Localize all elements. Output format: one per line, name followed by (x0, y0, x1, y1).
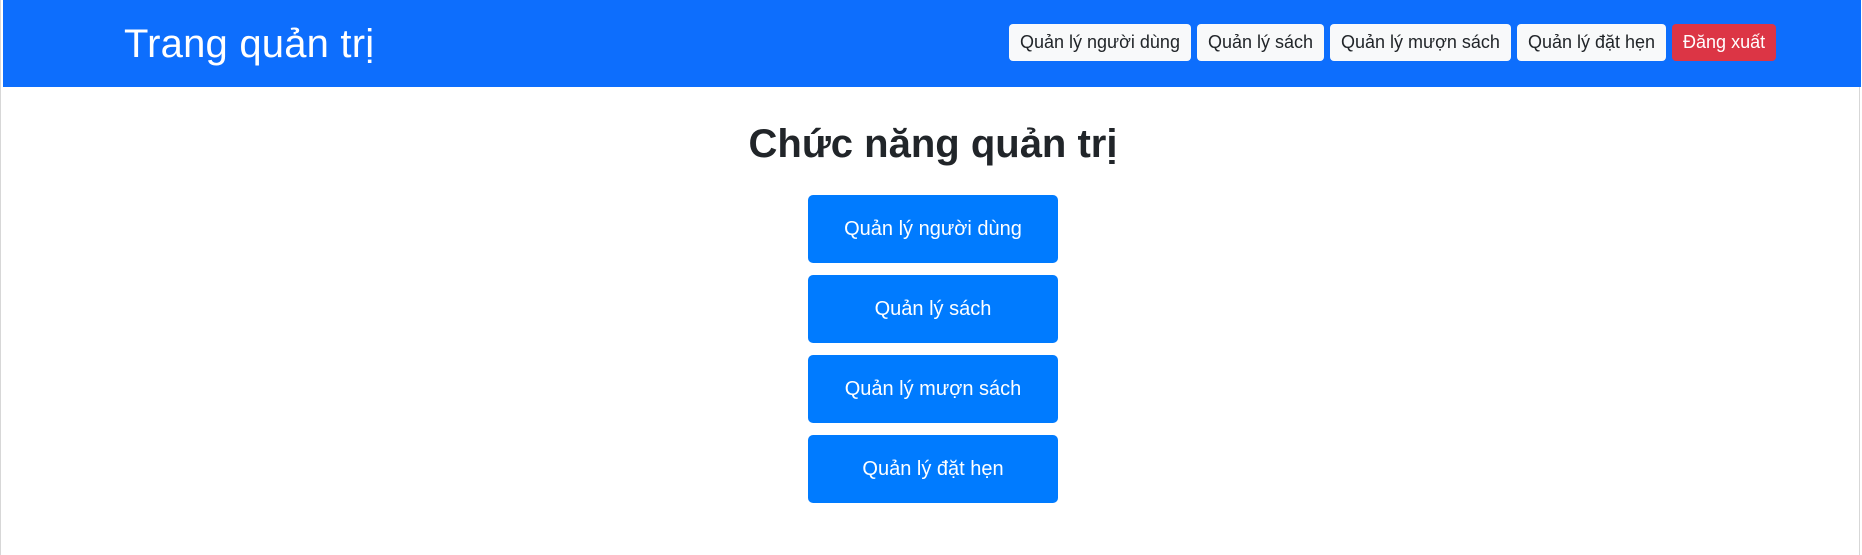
logout-button[interactable]: Đăng xuất (1672, 24, 1777, 61)
nav-manage-books-button[interactable]: Quản lý sách (1196, 24, 1325, 61)
manage-books-button[interactable]: Quản lý sách (808, 275, 1058, 343)
admin-page: Trang quản trị Quản lý người dùng Quản l… (0, 0, 1861, 555)
page-title: Chức năng quản trị (748, 122, 1118, 166)
nav-manage-borrowing-button[interactable]: Quản lý mượn sách (1330, 24, 1511, 61)
admin-actions: Quản lý người dùng Quản lý sách Quản lý … (808, 195, 1058, 515)
manage-reservations-button[interactable]: Quản lý đặt hẹn (808, 435, 1058, 503)
nav-manage-users-button[interactable]: Quản lý người dùng (1009, 24, 1191, 61)
manage-users-button[interactable]: Quản lý người dùng (808, 195, 1058, 263)
manage-borrowing-button[interactable]: Quản lý mượn sách (808, 355, 1058, 423)
top-navbar: Trang quản trị Quản lý người dùng Quản l… (3, 0, 1861, 87)
navbar-buttons: Quản lý người dùng Quản lý sách Quản lý … (1009, 24, 1777, 61)
brand-title[interactable]: Trang quản trị (124, 18, 374, 70)
nav-manage-reservations-button[interactable]: Quản lý đặt hẹn (1516, 24, 1667, 61)
